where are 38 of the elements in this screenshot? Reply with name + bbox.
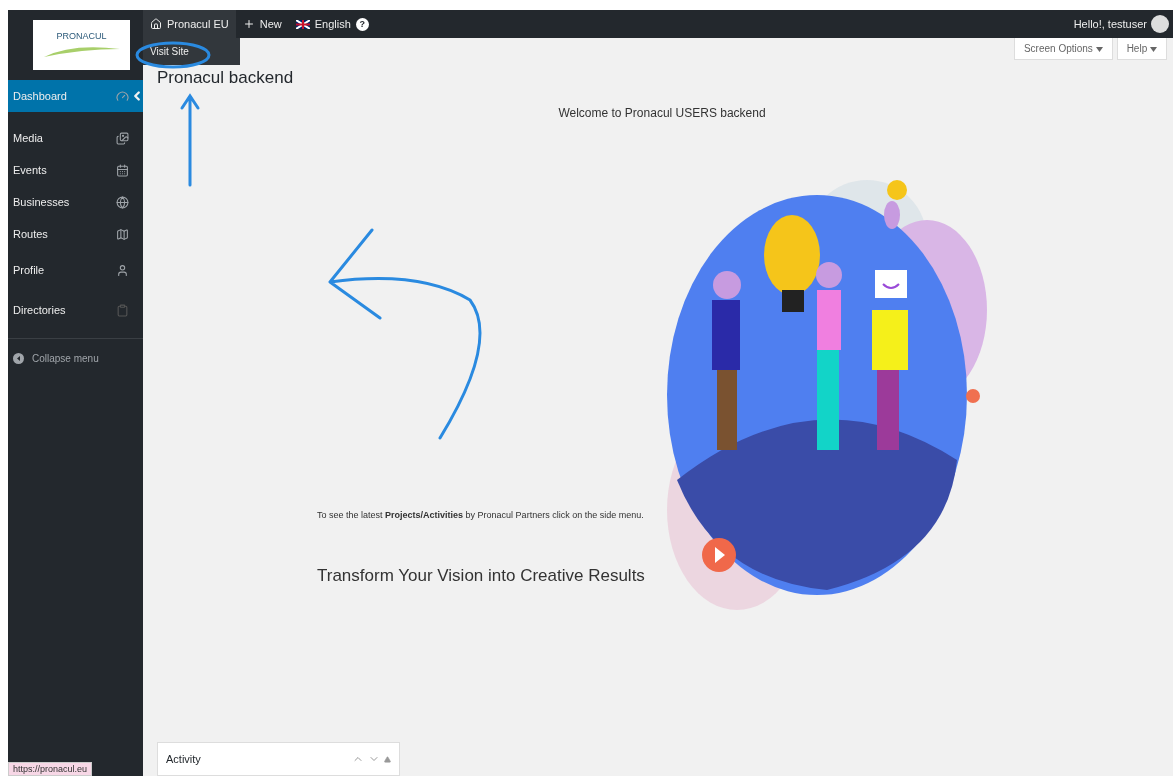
- page-title: Pronacul backend: [157, 68, 295, 88]
- caret-icon: [1095, 47, 1103, 52]
- screen-meta-button[interactable]: Screen Options: [1013, 38, 1113, 60]
- flag-icon: [295, 19, 310, 29]
- menu-icon: [116, 131, 129, 145]
- screen-meta-button[interactable]: Help: [1116, 38, 1167, 60]
- status-url: https://pronacul.eu: [8, 762, 93, 776]
- welcome-text: Welcome to Pronacul USERS backend: [557, 106, 767, 120]
- menu-icon: [116, 163, 129, 177]
- sidebar-item[interactable]: Profile: [8, 250, 143, 290]
- sidebar-item[interactable]: Businesses: [8, 186, 143, 218]
- sidebar-item[interactable]: Events: [8, 154, 143, 186]
- menu-icon: [116, 89, 129, 103]
- caret-icon: [1150, 47, 1157, 52]
- headline: Transform Your Vision into Creative Results: [317, 566, 646, 586]
- greeting-text: Hello!, testuser: [1073, 18, 1148, 30]
- menu-icon: [116, 227, 129, 241]
- menu-icon: [116, 195, 129, 209]
- intro-text: To see the latest Projects/Activities by Pronacul Partners click on the side menu.: [317, 510, 645, 520]
- new-link[interactable]: New: [235, 10, 289, 38]
- sidebar-item[interactable]: Dashboard: [8, 80, 143, 112]
- sidebar-item[interactable]: Media: [8, 122, 143, 154]
- sidebar-item[interactable]: Directories: [8, 290, 143, 330]
- plus-icon: [242, 18, 255, 30]
- visit-site-link[interactable]: Visit Site: [143, 44, 240, 59]
- menu-icon: [116, 263, 129, 277]
- avatar-icon[interactable]: [1151, 15, 1169, 33]
- collapse-icon: [13, 353, 24, 364]
- collapse-menu-link[interactable]: Collapse menu: [8, 339, 143, 378]
- toggle-icon[interactable]: [384, 755, 391, 763]
- site-link[interactable]: Pronacul EU: [143, 10, 236, 38]
- menu-icon: [116, 303, 129, 317]
- home-icon: [150, 18, 162, 30]
- sidebar-item[interactable]: Routes: [8, 218, 143, 250]
- language-link[interactable]: English ?: [288, 10, 376, 38]
- widget-title: Activity: [166, 753, 201, 765]
- help-badge: ?: [355, 17, 369, 31]
- logo-text: PRONACUL: [56, 31, 107, 41]
